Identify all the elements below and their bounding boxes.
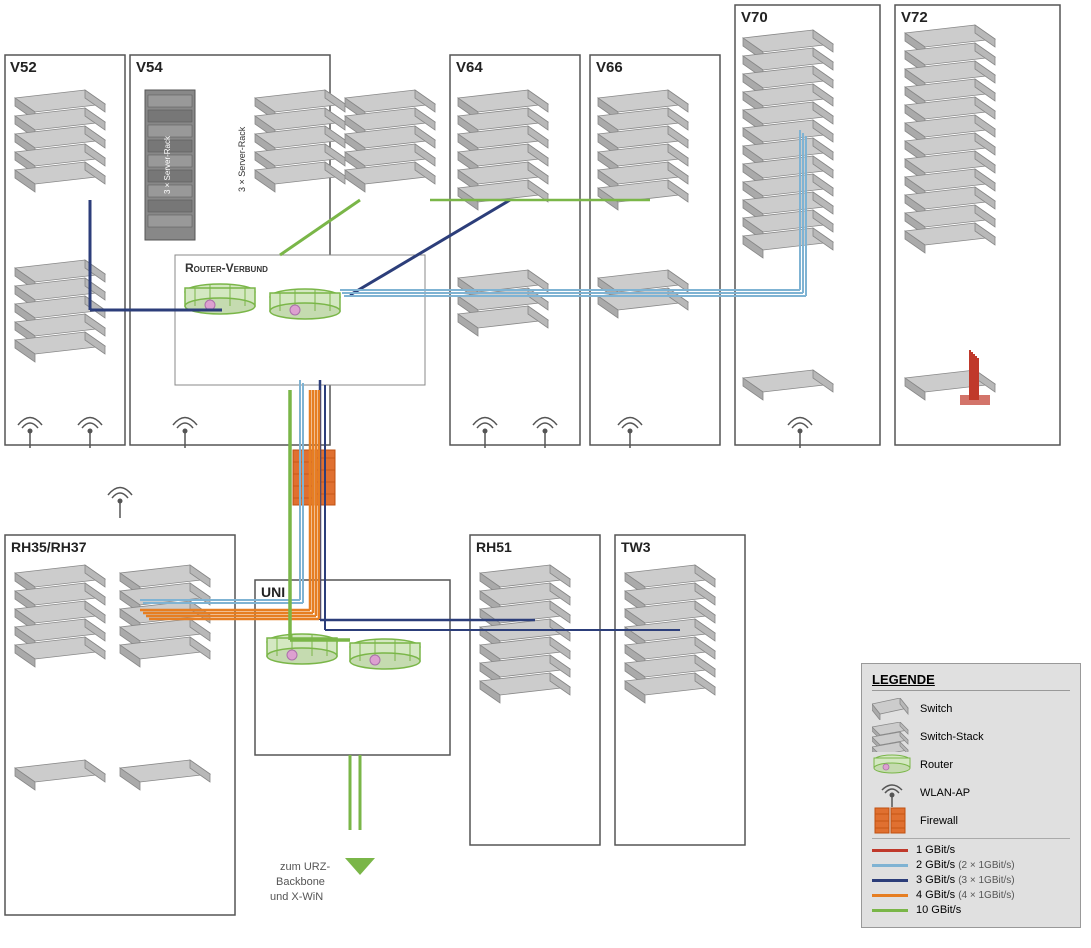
svg-text:und X-WiN: und X-WiN: [270, 891, 323, 903]
legend-router-icon: [872, 753, 912, 777]
v54-switches: [255, 90, 435, 192]
legend-item-switch-stack: Switch-Stack: [872, 725, 1070, 749]
legend-wlan-label: WLAN-AP: [920, 787, 970, 799]
svg-text:V52: V52: [10, 59, 37, 76]
wlan-ap-v52-1: [18, 418, 42, 449]
legend-firewall-label: Firewall: [920, 815, 958, 827]
legend-divider: [872, 838, 1070, 839]
legend-wlan-icon: [872, 781, 912, 805]
legend-line-label-10gbit: 10 GBit/s: [916, 904, 1070, 916]
legend-firewall-icon: [872, 809, 912, 833]
svg-text:Backbone: Backbone: [276, 876, 325, 888]
svg-text:TW3: TW3: [621, 539, 651, 555]
rh51-switches: [480, 565, 570, 703]
legend-line-4gbit: 4 GBit/s (4 × 1GBit/s): [872, 889, 1070, 901]
legend-line-label-4gbit: 4 GBit/s (4 × 1GBit/s): [916, 889, 1070, 901]
wlan-ap-v64-1: [473, 418, 497, 449]
svg-text:RH35/RH37: RH35/RH37: [11, 539, 87, 555]
legend-line-label-1gbit: 1 GBit/s: [916, 844, 1070, 856]
legend-switch-stack-icon: [872, 725, 912, 749]
legend-item-firewall: Firewall: [872, 809, 1070, 833]
legend-line-color-2gbit: [872, 864, 908, 867]
legend-router-label: Router: [920, 759, 953, 771]
legend-title: LEGENDE: [872, 672, 1070, 691]
svg-text:V66: V66: [596, 59, 623, 76]
wlan-ap-v54-1: [173, 418, 197, 449]
legend-line-label-3gbit: 3 GBit/s (3 × 1GBit/s): [916, 874, 1070, 886]
svg-text:RH51: RH51: [476, 539, 512, 555]
legend-line-2gbit: 2 GBit/s (2 × 1GBit/s): [872, 859, 1070, 871]
legend-line-3gbit: 3 GBit/s (3 × 1GBit/s): [872, 874, 1070, 886]
svg-text:V64: V64: [456, 59, 483, 76]
rh35-switches: [15, 565, 210, 790]
svg-text:Router-Verbund: Router-Verbund: [185, 261, 268, 275]
legend-switch-label: Switch: [920, 703, 952, 715]
svg-text:zum URZ-: zum URZ-: [280, 861, 330, 873]
v66-switches: [598, 90, 688, 318]
legend-line-color-10gbit: [872, 909, 908, 912]
legend-item-wlan: WLAN-AP: [872, 781, 1070, 805]
wlan-ap-v70-1: [788, 418, 812, 449]
svg-text:V72: V72: [901, 9, 928, 26]
svg-text:V70: V70: [741, 9, 768, 26]
legend-line-color-3gbit: [872, 879, 908, 882]
legend-item-router: Router: [872, 753, 1070, 777]
legend-line-color-1gbit: [872, 849, 908, 852]
router-right: [270, 289, 340, 319]
uni-router-right: [350, 639, 420, 669]
svg-text:3 × Server-Rack: 3 × Server-Rack: [163, 135, 172, 194]
legend-switch-icon: [872, 697, 912, 721]
wlan-ap-v66-1: [618, 418, 642, 449]
wlan-ap-v52-2: [78, 418, 102, 449]
legend-switch-stack-label: Switch-Stack: [920, 731, 984, 743]
legend-line-color-4gbit: [872, 894, 908, 897]
svg-text:UNI: UNI: [261, 584, 285, 600]
legend-line-1gbit: 1 GBit/s: [872, 844, 1070, 856]
svg-text:V54: V54: [136, 59, 163, 76]
v64-switches: [458, 90, 548, 336]
svg-text:3 × Server-Rack: 3 × Server-Rack: [237, 126, 247, 192]
legend-line-label-2gbit: 2 GBit/s (2 × 1GBit/s): [916, 859, 1070, 871]
wlan-ap-v64-2: [533, 418, 557, 449]
legend-item-switch: Switch: [872, 697, 1070, 721]
v70-switches: [743, 30, 833, 400]
server-rack: 3 × Server-Rack: [145, 90, 195, 240]
legend-line-10gbit: 10 GBit/s: [872, 904, 1070, 916]
legend-box: LEGENDE Switch: [861, 663, 1081, 928]
wlan-ap-rh35-1: [108, 488, 132, 519]
tw3-switches: [625, 565, 715, 703]
v72-switches: [905, 25, 995, 400]
